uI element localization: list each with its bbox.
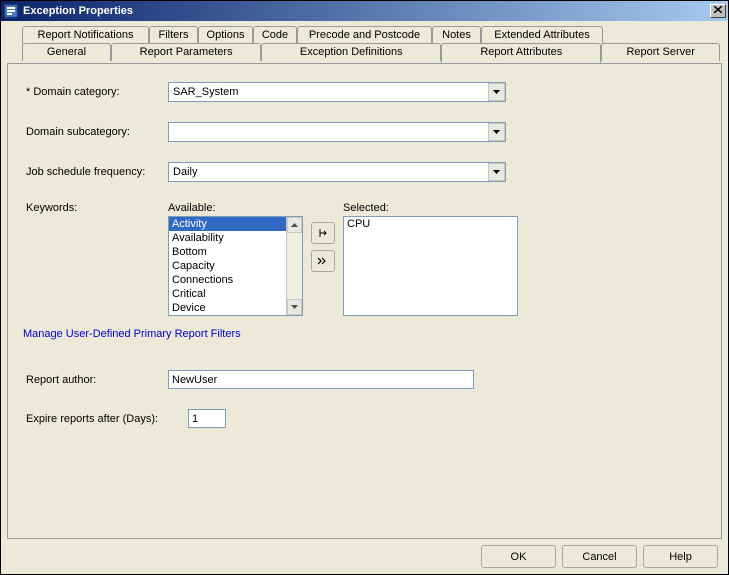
tab-precode-and-postcode[interactable]: Precode and Postcode: [297, 26, 432, 44]
tab-report-parameters[interactable]: Report Parameters: [111, 43, 261, 61]
report-author-label: Report author:: [26, 374, 168, 386]
app-icon: [3, 3, 19, 19]
job-schedule-combo[interactable]: Daily: [168, 162, 506, 182]
tab-exception-definitions[interactable]: Exception Definitions: [261, 43, 441, 61]
job-schedule-value: Daily: [169, 166, 488, 178]
scroll-track[interactable]: [287, 233, 302, 299]
tab-report-server[interactable]: Report Server: [601, 43, 720, 61]
selected-listbox[interactable]: CPU: [343, 216, 518, 316]
scroll-up-icon[interactable]: [287, 217, 302, 233]
tab-filters[interactable]: Filters: [149, 26, 198, 44]
list-item[interactable]: Device: [169, 301, 286, 315]
list-item[interactable]: Connections: [169, 273, 286, 287]
job-schedule-label: Job schedule frequency:: [26, 166, 168, 178]
tab-report-attributes[interactable]: Report Attributes: [441, 43, 601, 63]
list-item[interactable]: Availability: [169, 231, 286, 245]
tab-panel: * Domain category: SAR_System Domain sub…: [7, 63, 722, 539]
titlebar: Exception Properties: [1, 1, 728, 21]
keywords-label: Keywords:: [26, 202, 168, 316]
domain-subcategory-label: Domain subcategory:: [26, 126, 168, 138]
tab-options[interactable]: Options: [198, 26, 253, 44]
tab-notes[interactable]: Notes: [432, 26, 481, 44]
list-item[interactable]: Bottom: [169, 245, 286, 259]
report-author-input[interactable]: [168, 370, 474, 389]
available-listbox[interactable]: ActivityAvailabilityBottomCapacityConnec…: [168, 216, 303, 316]
list-item[interactable]: Activity: [169, 217, 286, 231]
tab-code[interactable]: Code: [253, 26, 297, 44]
dropdown-icon[interactable]: [488, 123, 505, 141]
manage-filters-link[interactable]: Manage User-Defined Primary Report Filte…: [23, 328, 241, 340]
expire-days-input[interactable]: [188, 409, 226, 428]
expire-label: Expire reports after (Days):: [26, 413, 188, 425]
dropdown-icon[interactable]: [488, 163, 505, 181]
selected-label: Selected:: [343, 202, 518, 214]
move-right-button[interactable]: [311, 222, 335, 244]
close-button[interactable]: [710, 4, 726, 18]
tab-extended-attributes[interactable]: Extended Attributes: [481, 26, 603, 44]
domain-category-value: SAR_System: [169, 86, 488, 98]
cancel-button[interactable]: Cancel: [562, 545, 637, 568]
help-button[interactable]: Help: [643, 545, 718, 568]
dialog-window: Exception Properties Report Notification…: [0, 0, 729, 575]
list-item[interactable]: Capacity: [169, 259, 286, 273]
scrollbar[interactable]: [286, 217, 302, 315]
tab-general[interactable]: General: [22, 43, 111, 61]
tab-report-notifications[interactable]: Report Notifications: [22, 26, 149, 44]
list-item[interactable]: CPU: [347, 218, 514, 230]
tabs: Report NotificationsFiltersOptionsCodePr…: [7, 26, 722, 64]
scroll-down-icon[interactable]: [287, 299, 302, 315]
move-all-right-button[interactable]: [311, 250, 335, 272]
dropdown-icon[interactable]: [488, 83, 505, 101]
domain-category-label: * Domain category:: [26, 86, 168, 98]
button-bar: OK Cancel Help: [7, 539, 722, 568]
window-title: Exception Properties: [23, 5, 710, 17]
content-area: Report NotificationsFiltersOptionsCodePr…: [1, 21, 728, 574]
list-item[interactable]: Critical: [169, 287, 286, 301]
available-label: Available:: [168, 202, 303, 214]
domain-category-combo[interactable]: SAR_System: [168, 82, 506, 102]
domain-subcategory-combo[interactable]: [168, 122, 506, 142]
ok-button[interactable]: OK: [481, 545, 556, 568]
